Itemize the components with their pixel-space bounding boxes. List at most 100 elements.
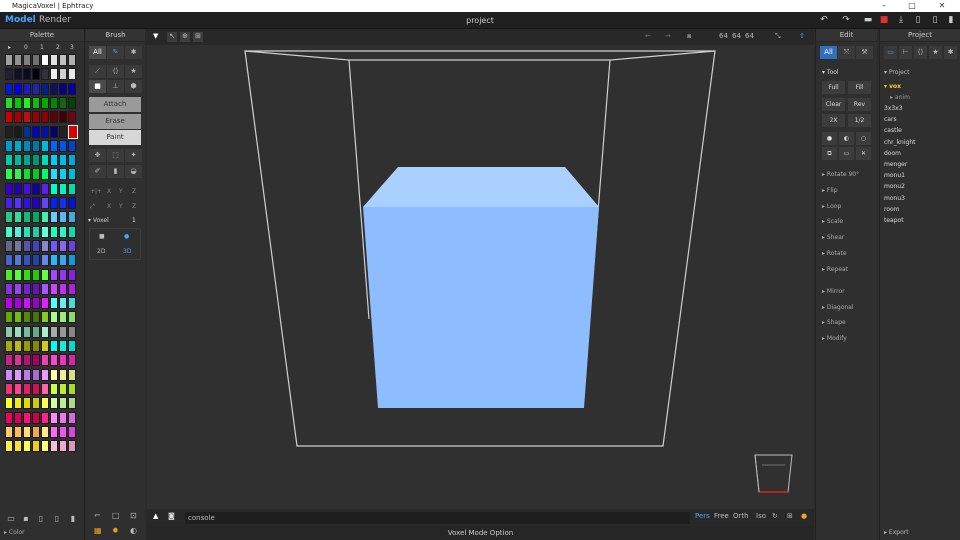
palette-swatch[interactable] <box>32 282 40 295</box>
palette-swatch[interactable] <box>68 239 76 252</box>
palette-swatch[interactable] <box>41 211 49 224</box>
section-shape[interactable]: ▸ Shape <box>822 319 846 326</box>
palette-swatch[interactable] <box>41 225 49 238</box>
brush-tab-brush[interactable]: ✎ <box>107 46 124 59</box>
view-orth[interactable]: Orth <box>733 512 749 520</box>
target-icon[interactable]: ⊕ <box>180 32 190 42</box>
palette-swatch[interactable] <box>50 111 58 124</box>
view-free[interactable]: Free <box>714 512 729 520</box>
palette-swatch[interactable] <box>14 111 22 124</box>
brush-tab-all[interactable]: All <box>89 46 106 59</box>
cut-icon[interactable]: ✕ <box>856 147 871 160</box>
palette-swatch[interactable] <box>41 254 49 267</box>
arrow-left-icon[interactable]: ← <box>645 32 651 40</box>
palette-tab-2[interactable]: 2 <box>56 44 60 51</box>
palette-swatch[interactable] <box>14 325 22 338</box>
palette-swatch[interactable] <box>5 340 13 352</box>
palette-swatch[interactable] <box>14 354 22 367</box>
palette-swatch[interactable] <box>41 125 49 138</box>
palette-swatch[interactable] <box>14 254 22 267</box>
palette-swatch[interactable] <box>5 397 13 410</box>
palette-swatch[interactable] <box>5 440 13 453</box>
menu-model[interactable]: Model <box>5 12 36 29</box>
palette-swatch[interactable] <box>32 125 40 138</box>
palette-swatch[interactable] <box>68 54 76 66</box>
box-brush-icon[interactable]: ⬢ <box>125 80 142 93</box>
palette-swatch[interactable] <box>59 397 67 410</box>
palette-swatch[interactable] <box>14 440 22 453</box>
palette-swatch[interactable] <box>50 425 58 438</box>
palette-swatch[interactable] <box>23 82 31 95</box>
palette-swatch[interactable] <box>50 68 58 81</box>
size-z[interactable]: 64 <box>745 32 754 40</box>
half-button[interactable]: 1/2 <box>848 114 871 127</box>
bucket-icon[interactable]: ◒ <box>125 165 142 178</box>
palette-swatch[interactable] <box>14 96 22 109</box>
export-section[interactable]: ▸ Export <box>884 529 909 536</box>
palette-swatch[interactable] <box>41 340 49 352</box>
palette-swatch[interactable] <box>41 96 49 109</box>
palette-swatch[interactable] <box>59 197 67 209</box>
axis-x[interactable]: X <box>107 203 111 210</box>
palette-swatch[interactable] <box>14 68 22 81</box>
palette-swatch[interactable] <box>68 182 76 195</box>
palette-swatch[interactable] <box>14 368 22 381</box>
fit-icon[interactable]: ⊡ <box>130 511 137 520</box>
delete-file-icon[interactable]: ▮ <box>945 15 957 26</box>
project-item[interactable]: cars <box>884 116 897 123</box>
palette-swatch[interactable] <box>59 168 67 181</box>
palette-swatch[interactable] <box>41 68 49 81</box>
palette-swatch[interactable] <box>41 354 49 367</box>
project-item[interactable]: monu3 <box>884 195 905 202</box>
new-file-icon[interactable]: ▯ <box>912 15 924 26</box>
palette-tab-arrow[interactable]: ▸ <box>8 44 11 51</box>
project-item[interactable]: room <box>884 206 900 213</box>
palette-swatch[interactable] <box>41 54 49 66</box>
project-item[interactable]: doom <box>884 150 901 157</box>
palette-swatch[interactable] <box>59 111 67 124</box>
palette-swatch[interactable] <box>59 225 67 238</box>
palette-swatch[interactable] <box>41 111 49 124</box>
palette-swatch[interactable] <box>32 340 40 352</box>
palette-swatch[interactable] <box>50 311 58 324</box>
section-modify[interactable]: ▸ Modify <box>822 335 847 342</box>
console-input[interactable]: console <box>185 512 690 524</box>
move-icon[interactable]: ✥ <box>89 149 106 162</box>
palette-swatch[interactable] <box>59 382 67 395</box>
palette-swatch[interactable] <box>32 96 40 109</box>
palette-tab-0[interactable]: 0 <box>24 44 28 51</box>
mode-attach[interactable]: Attach <box>89 97 141 112</box>
fill-button[interactable]: Fill <box>848 81 871 94</box>
redo-icon[interactable]: ↷ <box>840 15 852 26</box>
palette-swatch[interactable] <box>59 139 67 152</box>
palette-swatch[interactable] <box>32 139 40 152</box>
palette-swatch[interactable] <box>14 425 22 438</box>
palette-swatch[interactable] <box>41 282 49 295</box>
delete-color-icon[interactable]: ▮ <box>68 514 78 523</box>
palette-swatch[interactable] <box>5 382 13 395</box>
palette-swatch[interactable] <box>68 82 76 95</box>
palette-swatch[interactable] <box>23 125 31 138</box>
fullscreen-icon[interactable]: ⤡ <box>775 32 781 41</box>
palette-swatch[interactable] <box>23 368 31 381</box>
palette-swatch[interactable] <box>59 125 67 138</box>
palette-swatch[interactable] <box>14 125 22 138</box>
palette-swatch[interactable] <box>23 311 31 324</box>
palette-swatch[interactable] <box>14 297 22 310</box>
palette-swatch[interactable] <box>32 411 40 424</box>
palette-swatch[interactable] <box>5 225 13 238</box>
palette-swatch[interactable] <box>41 425 49 438</box>
palette-swatch[interactable] <box>50 354 58 367</box>
close-window-button[interactable]: ✕ <box>928 0 956 12</box>
code-brush-icon[interactable]: ⟨⟩ <box>107 65 124 78</box>
camera-grid-icon[interactable]: ⊞ <box>787 512 793 520</box>
palette-swatch[interactable] <box>50 254 58 267</box>
reset-view-icon[interactable]: ↻ <box>772 512 778 520</box>
palette-swatch[interactable] <box>23 225 31 238</box>
section-loop[interactable]: ▸ Loop <box>822 203 841 210</box>
palette-swatch[interactable] <box>5 111 13 124</box>
palette-swatch[interactable] <box>59 82 67 95</box>
palette-swatch[interactable] <box>14 82 22 95</box>
palette-tab-3[interactable]: 3 <box>70 44 74 51</box>
palette-swatch[interactable] <box>14 197 22 209</box>
